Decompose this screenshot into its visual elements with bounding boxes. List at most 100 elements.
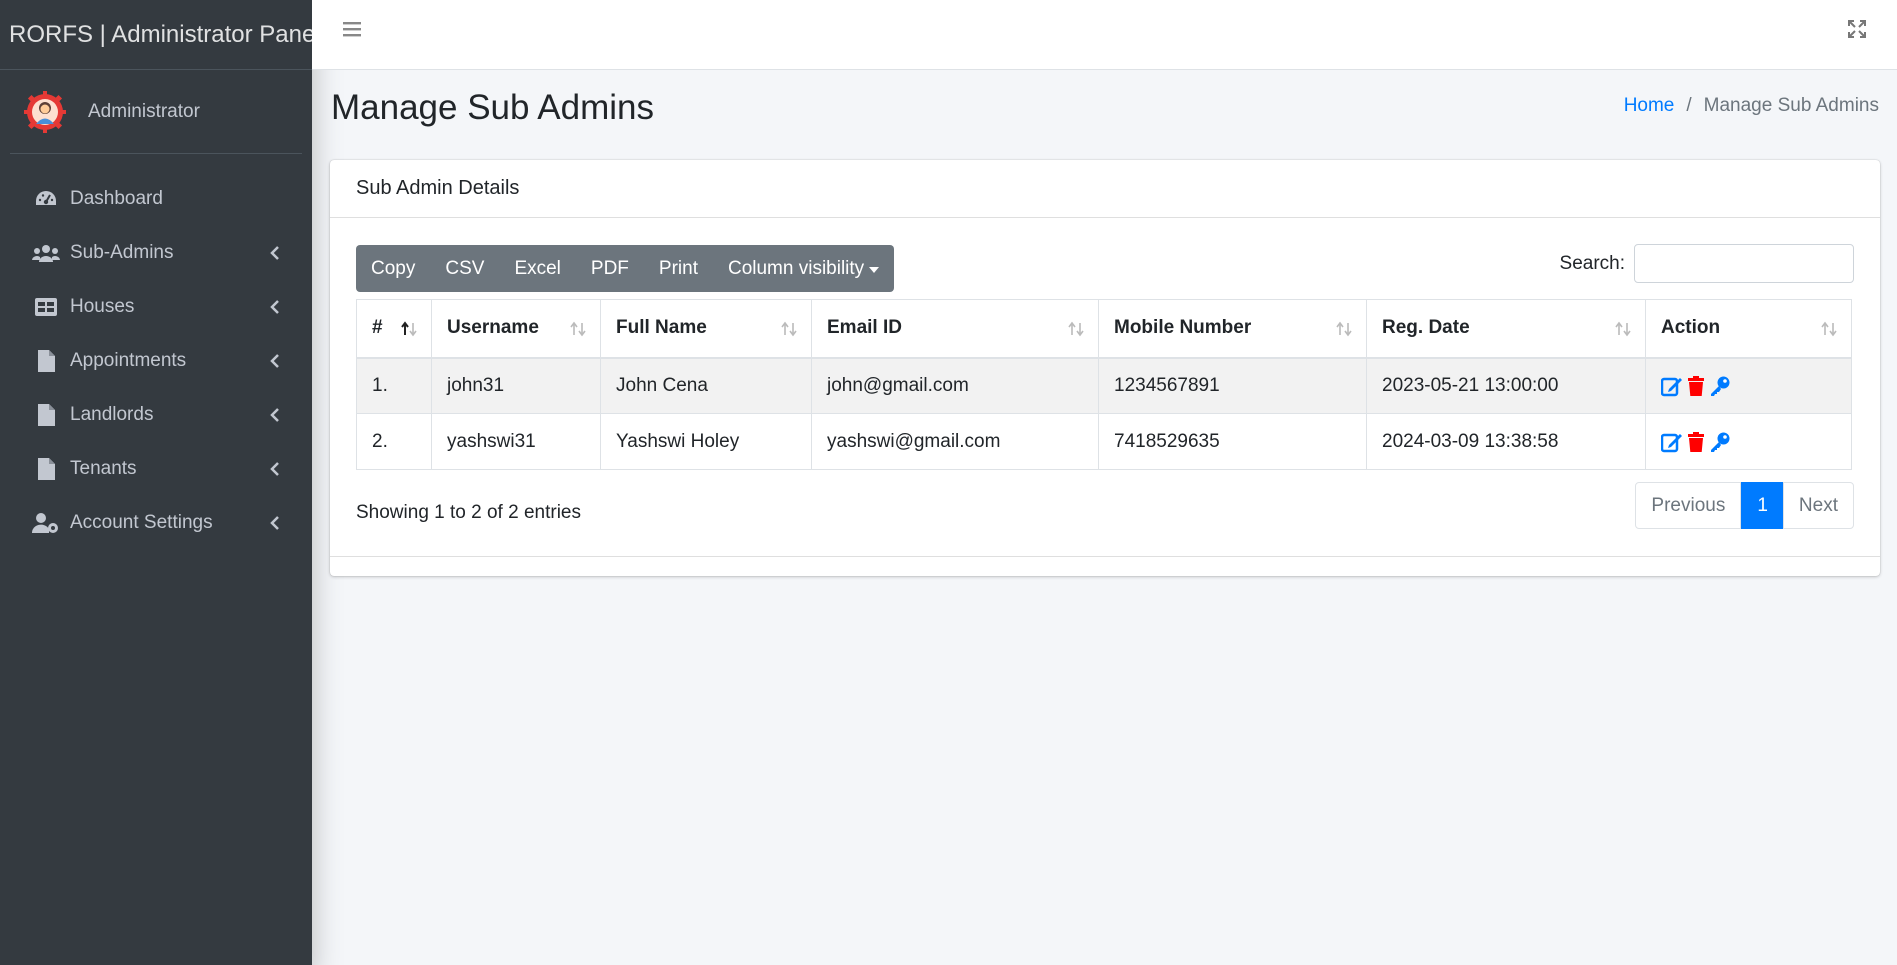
column-header-number[interactable]: # xyxy=(356,299,432,359)
card-header: Sub Admin Details xyxy=(330,160,1880,218)
card-title: Sub Admin Details xyxy=(356,177,520,199)
sort-icon xyxy=(1336,321,1352,337)
sub-admin-table: # Username Full Name Email ID Mobile Num… xyxy=(356,299,1852,470)
sort-icon xyxy=(781,321,797,337)
edit-icon[interactable] xyxy=(1661,431,1683,453)
pagination: Previous 1 Next xyxy=(1635,482,1854,529)
sidebar-item-label: Account Settings xyxy=(70,512,213,533)
sidebar-item-sub-admins[interactable]: Sub-Admins xyxy=(0,226,312,280)
column-header-label: # xyxy=(372,317,383,339)
cell-email: yashswi@gmail.com xyxy=(811,413,1099,470)
row-actions xyxy=(1661,375,1836,397)
cell-mobile: 1234567891 xyxy=(1098,357,1367,414)
brand-link[interactable]: RORFS | Administrator Panel xyxy=(0,0,321,70)
search-label: Search: xyxy=(1559,252,1625,274)
chevron-left-icon xyxy=(270,462,279,476)
sidebar-item-houses[interactable]: Houses xyxy=(0,280,312,334)
row-actions xyxy=(1661,431,1836,453)
next-page-button[interactable]: Next xyxy=(1782,482,1854,529)
cell-number: 1. xyxy=(356,357,432,414)
cell-action xyxy=(1645,413,1852,470)
table-row: 2. yashswi31 Yashswi Holey yashswi@gmail… xyxy=(356,413,1852,470)
sidebar-item-label: Landlords xyxy=(70,404,154,425)
search-input[interactable] xyxy=(1634,244,1854,283)
edit-icon[interactable] xyxy=(1661,375,1683,397)
table-icon xyxy=(32,295,60,319)
pdf-button[interactable]: PDF xyxy=(576,245,644,292)
key-icon[interactable] xyxy=(1709,431,1731,453)
column-header-label: Username xyxy=(447,317,539,339)
previous-page-button[interactable]: Previous xyxy=(1635,482,1742,529)
admin-avatar-icon xyxy=(24,90,66,133)
column-header-action[interactable]: Action xyxy=(1645,299,1852,359)
card-footer-divider xyxy=(330,556,1880,557)
sidebar-item-tenants[interactable]: Tenants xyxy=(0,442,312,496)
sidebar-item-appointments[interactable]: Appointments xyxy=(0,334,312,388)
column-header-label: Action xyxy=(1661,317,1721,339)
delete-icon[interactable] xyxy=(1685,375,1707,397)
sort-asc-icon xyxy=(401,321,417,337)
column-header-email[interactable]: Email ID xyxy=(811,299,1099,359)
sidebar-item-account-settings[interactable]: Account Settings xyxy=(0,496,312,550)
cell-reg-date: 2023-05-21 13:00:00 xyxy=(1366,357,1646,414)
file-icon xyxy=(32,403,60,427)
user-name[interactable]: Administrator xyxy=(88,101,200,123)
column-visibility-button[interactable]: Column visibility xyxy=(713,245,894,292)
file-icon xyxy=(32,349,60,373)
delete-icon[interactable] xyxy=(1685,431,1707,453)
page-title: Manage Sub Admins xyxy=(331,88,654,127)
sub-admin-card: Sub Admin Details Copy CSV Excel PDF Pri… xyxy=(330,160,1880,576)
sidebar-item-dashboard[interactable]: Dashboard xyxy=(0,172,312,226)
table-row: 1. john31 John Cena john@gmail.com 12345… xyxy=(356,357,1852,414)
breadcrumb: Home / Manage Sub Admins xyxy=(1624,95,1879,117)
cell-email: john@gmail.com xyxy=(811,357,1099,414)
sort-icon xyxy=(570,321,586,337)
user-panel: Administrator xyxy=(10,70,302,154)
sidebar-nav: Dashboard Sub-Admins Houses Appointments xyxy=(0,172,312,550)
breadcrumb-separator: / xyxy=(1686,95,1692,116)
cell-reg-date: 2024-03-09 13:38:58 xyxy=(1366,413,1646,470)
sort-icon xyxy=(1615,321,1631,337)
csv-button[interactable]: CSV xyxy=(430,245,499,292)
cell-action xyxy=(1645,357,1852,414)
users-icon xyxy=(32,241,60,265)
excel-button[interactable]: Excel xyxy=(499,245,575,292)
chevron-left-icon xyxy=(270,246,279,260)
hamburger-menu-icon[interactable] xyxy=(342,19,362,39)
breadcrumb-current: Manage Sub Admins xyxy=(1703,95,1879,116)
cell-username: john31 xyxy=(431,357,601,414)
copy-button[interactable]: Copy xyxy=(356,245,430,292)
sidebar-item-label: Houses xyxy=(70,296,135,317)
cell-mobile: 7418529635 xyxy=(1098,413,1367,470)
column-header-reg-date[interactable]: Reg. Date xyxy=(1366,299,1646,359)
sidebar: RORFS | Administrator Panel Administrato… xyxy=(0,0,321,965)
sidebar-item-label: Appointments xyxy=(70,350,187,371)
cell-number: 2. xyxy=(356,413,432,470)
export-button-group: Copy CSV Excel PDF Print Column visibili… xyxy=(356,245,895,292)
page-1-button[interactable]: 1 xyxy=(1741,482,1784,529)
column-visibility-label: Column visibility xyxy=(727,257,865,279)
column-header-label: Full Name xyxy=(616,317,707,339)
column-header-full-name[interactable]: Full Name xyxy=(600,299,812,359)
sidebar-item-label: Dashboard xyxy=(70,188,163,209)
sidebar-item-landlords[interactable]: Landlords xyxy=(0,388,312,442)
cell-full-name: John Cena xyxy=(600,357,812,414)
chevron-left-icon xyxy=(270,408,279,422)
sort-icon xyxy=(1068,321,1084,337)
breadcrumb-home-link[interactable]: Home xyxy=(1624,95,1675,117)
brand-title: RORFS | Administrator Panel xyxy=(9,20,321,48)
search-box: Search: xyxy=(1560,244,1854,283)
sort-icon xyxy=(1821,321,1837,337)
cell-username: yashswi31 xyxy=(431,413,601,470)
column-header-username[interactable]: Username xyxy=(431,299,601,359)
table-info: Showing 1 to 2 of 2 entries xyxy=(356,502,581,523)
table-header-row: # Username Full Name Email ID Mobile Num… xyxy=(356,299,1852,359)
sidebar-item-label: Sub-Admins xyxy=(70,242,174,263)
chevron-left-icon xyxy=(270,300,279,314)
print-button[interactable]: Print xyxy=(644,245,713,292)
column-header-mobile[interactable]: Mobile Number xyxy=(1098,299,1367,359)
chevron-left-icon xyxy=(270,354,279,368)
fullscreen-icon[interactable] xyxy=(1847,19,1867,39)
key-icon[interactable] xyxy=(1709,375,1731,397)
top-navbar xyxy=(312,0,1897,70)
